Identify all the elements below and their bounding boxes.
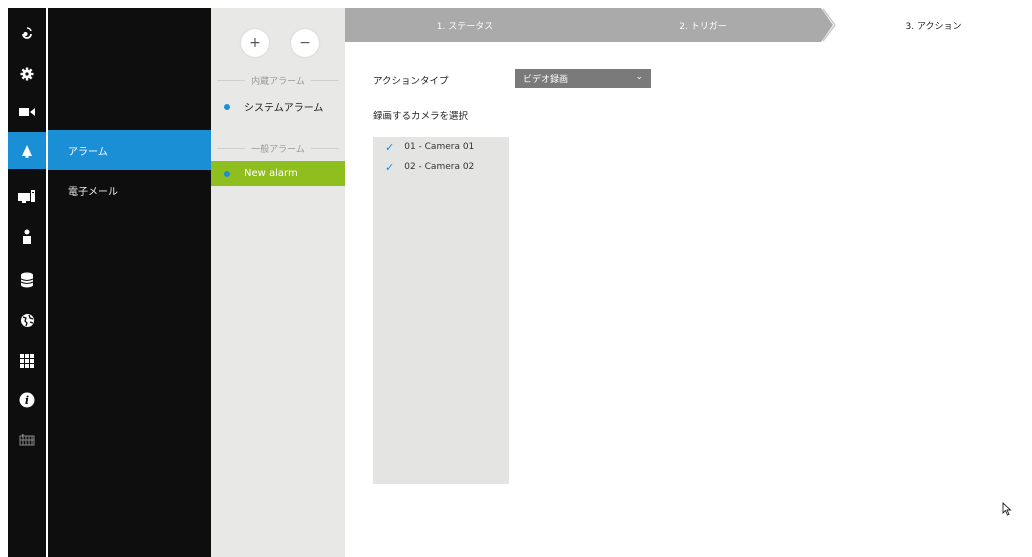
builtin-alarm-section-header: 内蔵アラーム xyxy=(211,74,345,87)
alarm-item-label: New alarm xyxy=(244,168,298,179)
user-icon[interactable] xyxy=(8,218,46,255)
camera-icon[interactable] xyxy=(8,93,46,130)
camera-checkbox-item[interactable]: ✓ 02 - Camera 02 xyxy=(373,157,509,177)
submenu-item-alarm[interactable]: アラーム xyxy=(48,130,211,170)
remove-alarm-button[interactable]: − xyxy=(291,29,319,57)
mouse-cursor-icon xyxy=(1002,502,1012,516)
gear-icon[interactable] xyxy=(8,55,46,92)
check-icon: ✓ xyxy=(385,160,395,174)
builtin-section-label: 内蔵アラーム xyxy=(251,77,305,87)
step-progress-bar: 1. ステータス 2. トリガー 3. アクション xyxy=(345,8,1032,42)
alarm-item-new-alarm[interactable]: New alarm xyxy=(211,161,345,186)
general-section-label: 一般アラーム xyxy=(251,145,305,155)
submenu: アラーム 電子メール xyxy=(48,8,211,557)
chevron-down-icon: ⌄ xyxy=(635,72,643,82)
bullet-icon xyxy=(224,170,230,177)
camera-label: 02 - Camera 02 xyxy=(404,162,475,172)
check-icon: ✓ xyxy=(385,140,395,154)
icon-rail: i xyxy=(8,8,46,557)
step-label: 1. ステータス xyxy=(436,21,494,32)
svg-text:i: i xyxy=(25,394,29,407)
calendar-icon[interactable] xyxy=(8,421,46,458)
submenu-item-label: アラーム xyxy=(68,146,108,158)
bullet-icon xyxy=(224,103,230,110)
logo-icon[interactable] xyxy=(8,13,46,50)
info-icon[interactable]: i xyxy=(8,381,46,418)
step-label: 3. アクション xyxy=(905,21,962,32)
step-status[interactable]: 1. ステータス xyxy=(345,8,585,42)
action-type-label: アクションタイプ xyxy=(373,76,449,87)
bell-icon[interactable] xyxy=(8,132,46,169)
action-type-value: ビデオ録画 xyxy=(523,75,569,85)
submenu-item-email[interactable]: 電子メール xyxy=(48,170,211,210)
step-trigger[interactable]: 2. トリガー xyxy=(585,8,821,42)
database-icon[interactable] xyxy=(8,261,46,298)
camera-select-label: 録画するカメラを選択 xyxy=(373,111,469,122)
alarm-item-label: システムアラーム xyxy=(244,103,324,114)
grid-icon[interactable] xyxy=(8,342,46,379)
alarm-item-system[interactable]: システムアラーム xyxy=(211,94,345,119)
monitor-icon[interactable] xyxy=(8,178,46,215)
camera-checkbox-item[interactable]: ✓ 01 - Camera 01 xyxy=(373,137,509,157)
action-type-select[interactable]: ビデオ録画 ⌄ xyxy=(515,69,651,88)
camera-list: ✓ 01 - Camera 01 ✓ 02 - Camera 02 xyxy=(373,137,509,484)
general-alarm-section-header: 一般アラーム xyxy=(211,142,345,155)
step-action[interactable]: 3. アクション xyxy=(835,8,1032,42)
globe-icon[interactable] xyxy=(8,302,46,339)
submenu-item-label: 電子メール xyxy=(68,186,118,198)
add-alarm-button[interactable]: + xyxy=(241,29,269,57)
alarm-list-panel: + − 内蔵アラーム システムアラーム 一般アラーム New alarm xyxy=(211,8,345,557)
camera-label: 01 - Camera 01 xyxy=(404,142,475,152)
step-label: 2. トリガー xyxy=(679,21,727,32)
